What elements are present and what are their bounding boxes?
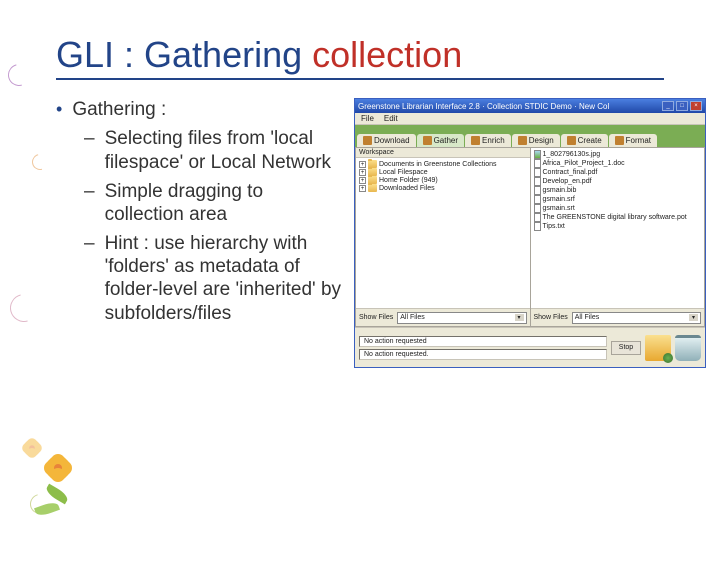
image-icon bbox=[534, 150, 541, 159]
file-item[interactable]: gsmain.bib bbox=[534, 186, 702, 195]
window-titlebar[interactable]: Greenstone Librarian Interface 2.8 · Col… bbox=[355, 99, 705, 113]
file-item[interactable]: Tips.txt bbox=[534, 222, 702, 231]
menu-file[interactable]: File bbox=[361, 114, 374, 123]
title-colored: collection bbox=[312, 34, 462, 75]
new-folder-icon[interactable] bbox=[645, 335, 671, 361]
tab-bar: Download Gather Enrich Design Create For… bbox=[355, 125, 705, 147]
tab-gather[interactable]: Gather bbox=[417, 134, 464, 147]
filter-label: Show Files bbox=[359, 314, 393, 321]
document-icon bbox=[534, 177, 541, 186]
create-icon bbox=[567, 136, 576, 145]
download-icon bbox=[363, 136, 372, 145]
workspace-tree[interactable]: +Documents in Greenstone Collections +Lo… bbox=[356, 158, 530, 308]
sub-item: Simple dragging to collection area bbox=[105, 180, 346, 226]
tree-item[interactable]: +Documents in Greenstone Collections bbox=[359, 160, 527, 168]
tree-item[interactable]: +Home Folder (949) bbox=[359, 176, 527, 184]
filter-combo[interactable]: All Files▾ bbox=[572, 312, 701, 324]
gli-app-window: Greenstone Librarian Interface 2.8 · Col… bbox=[354, 98, 706, 368]
design-icon bbox=[518, 136, 527, 145]
document-icon bbox=[534, 186, 541, 195]
tab-create[interactable]: Create bbox=[561, 134, 608, 147]
maximize-button[interactable]: □ bbox=[676, 101, 688, 111]
tab-design[interactable]: Design bbox=[512, 134, 560, 147]
document-icon bbox=[534, 222, 541, 231]
document-icon bbox=[534, 213, 541, 222]
stop-button[interactable]: Stop bbox=[611, 341, 641, 355]
file-item[interactable]: gsmain.srt bbox=[534, 204, 702, 213]
document-icon bbox=[534, 204, 541, 213]
collection-tree[interactable]: 1_802796130s.jpg Africa_Pilot_Project_1.… bbox=[531, 148, 705, 308]
tab-format[interactable]: Format bbox=[609, 134, 657, 147]
status-text: No action requested. bbox=[359, 349, 607, 360]
filter-label: Show Files bbox=[534, 314, 568, 321]
enrich-icon bbox=[471, 136, 480, 145]
tree-item[interactable]: +Downloaded Files bbox=[359, 184, 527, 192]
tab-download[interactable]: Download bbox=[357, 134, 416, 147]
workspace-header: Workspace bbox=[356, 148, 530, 158]
expand-icon[interactable]: + bbox=[359, 161, 366, 168]
document-icon bbox=[534, 195, 541, 204]
sub-item: Hint : use hierarchy with 'folders' as m… bbox=[105, 232, 346, 325]
menu-edit[interactable]: Edit bbox=[384, 114, 398, 123]
file-item[interactable]: Contract_final.pdf bbox=[534, 168, 702, 177]
status-text: No action requested bbox=[359, 336, 607, 347]
bullet-text: Gathering : bbox=[72, 98, 166, 121]
filter-combo[interactable]: All Files▾ bbox=[397, 312, 526, 324]
gather-icon bbox=[423, 136, 432, 145]
bullet-dot: • bbox=[56, 98, 62, 121]
slide-title: GLI : Gathering collection bbox=[56, 34, 664, 80]
chevron-down-icon: ▾ bbox=[689, 314, 698, 321]
folder-icon bbox=[368, 184, 377, 192]
file-item[interactable]: gsmain.srf bbox=[534, 195, 702, 204]
expand-icon[interactable]: + bbox=[359, 177, 366, 184]
expand-icon[interactable]: + bbox=[359, 185, 366, 192]
close-button[interactable]: × bbox=[690, 101, 702, 111]
file-item[interactable]: Develop_en.pdf bbox=[534, 177, 702, 186]
tab-enrich[interactable]: Enrich bbox=[465, 134, 511, 147]
menu-bar: File Edit bbox=[355, 113, 705, 125]
document-icon bbox=[534, 159, 541, 168]
file-item[interactable]: The GREENSTONE digital library software.… bbox=[534, 213, 702, 222]
status-bar: No action requested No action requested.… bbox=[355, 327, 705, 367]
expand-icon[interactable]: + bbox=[359, 169, 366, 176]
file-item[interactable]: 1_802796130s.jpg bbox=[534, 150, 702, 159]
document-icon bbox=[534, 168, 541, 177]
trash-icon[interactable] bbox=[675, 335, 701, 361]
chevron-down-icon: ▾ bbox=[515, 314, 524, 321]
minimize-button[interactable]: _ bbox=[662, 101, 674, 111]
window-title: Greenstone Librarian Interface 2.8 · Col… bbox=[358, 102, 609, 111]
title-text: GLI : Gathering bbox=[56, 34, 312, 75]
tree-item[interactable]: +Local Filespace bbox=[359, 168, 527, 176]
file-item[interactable]: Africa_Pilot_Project_1.doc bbox=[534, 159, 702, 168]
collection-pane: 1_802796130s.jpg Africa_Pilot_Project_1.… bbox=[530, 147, 706, 327]
format-icon bbox=[615, 136, 624, 145]
workspace-pane: Workspace +Documents in Greenstone Colle… bbox=[355, 147, 530, 327]
sub-item: Selecting files from 'local filespace' o… bbox=[105, 127, 346, 173]
